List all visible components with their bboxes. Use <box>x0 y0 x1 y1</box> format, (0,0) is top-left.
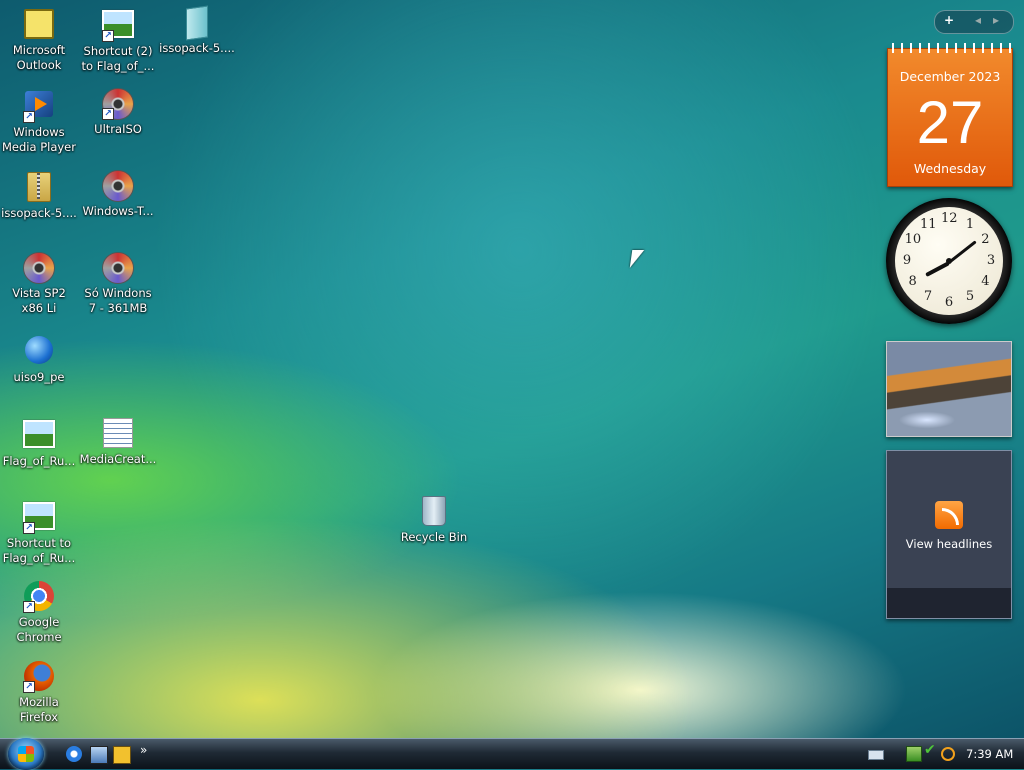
shortcut-arrow-icon: ↗ <box>23 111 35 123</box>
disc-icon <box>102 252 134 284</box>
clock-center-pin <box>946 258 952 264</box>
slideshow-gadget[interactable] <box>886 341 1012 437</box>
add-gadget-button[interactable]: + <box>944 13 954 27</box>
desktop-icon-label: uiso9_pe <box>13 370 65 384</box>
view-headlines-link[interactable]: View headlines <box>887 537 1011 551</box>
image-icon <box>23 420 55 448</box>
zipped-folder-icon <box>27 172 51 202</box>
desktop-icon-label: Só Windons 7 - 361MB <box>84 286 152 315</box>
check-icon[interactable]: ✔ <box>924 742 938 758</box>
desktop-icon-microsoft-outlook[interactable]: Microsoft Outlook <box>0 6 78 73</box>
previous-page-button[interactable]: ◂ <box>975 13 981 27</box>
desktop-icon-label: Flag_of_Ru... <box>2 454 76 468</box>
document-icon <box>103 418 133 448</box>
clock-numeral: 8 <box>908 274 917 289</box>
desktop-icon-mediacreat[interactable]: MediaCreat... <box>79 416 157 467</box>
desktop-icon-label: Microsoft Outlook <box>12 43 66 72</box>
shortcut-arrow-icon: ↗ <box>23 601 35 613</box>
installer-icon <box>25 336 53 364</box>
desktop-icon-label: UltraISO <box>94 122 142 136</box>
clock-numeral: 12 <box>941 211 958 226</box>
media-player-quicklaunch-icon[interactable] <box>113 746 131 764</box>
clock-hour-hand <box>925 261 950 277</box>
desktop-icon-so-windons-7[interactable]: Só Windons 7 - 361MB <box>79 252 157 316</box>
start-button[interactable] <box>8 738 44 770</box>
calendar-day-number: 27 <box>916 89 984 156</box>
desktop-icon-label: Windows-T... <box>82 204 154 218</box>
next-page-button[interactable]: ▸ <box>993 13 999 27</box>
clock-numeral: 3 <box>986 253 996 268</box>
calendar-month-year: December 2023 <box>899 69 1001 84</box>
desktop-icon-vista-sp2[interactable]: Vista SP2 x86 Li <box>0 252 78 316</box>
clock-numeral: 2 <box>981 232 990 247</box>
windows-logo-icon <box>18 746 34 762</box>
calendar-weekday: Wednesday <box>913 161 987 176</box>
desktop-icon-label: Recycle Bin <box>400 530 468 544</box>
shortcut-arrow-icon: ↗ <box>23 522 35 534</box>
disc-icon <box>102 170 134 202</box>
desktop-icon-flag-of-ru[interactable]: Flag_of_Ru... <box>0 416 78 469</box>
show-desktop-icon[interactable] <box>90 746 108 764</box>
shortcut-arrow-icon: ↗ <box>102 108 114 120</box>
network-icon[interactable] <box>906 746 922 762</box>
shortcut-arrow-icon: ↗ <box>102 30 114 42</box>
search-icon[interactable] <box>941 747 955 761</box>
calendar-gadget[interactable]: December 2023 27 Wednesday <box>887 43 1013 187</box>
taskbar: » ✔ 7:39 AM <box>0 738 1024 770</box>
taskbar-clock[interactable]: 7:39 AM <box>966 747 1013 761</box>
desktop-icon-ultraiso[interactable]: ↗ UltraISO <box>79 88 157 137</box>
photo-slideshow-image <box>887 342 1011 436</box>
clock-numeral: 10 <box>904 232 922 247</box>
desktop-icon-label: Windows Media Player <box>2 125 76 154</box>
desktop-icon-label: Shortcut to Flag_of_Ru... <box>2 536 76 565</box>
desktop-icon-uiso9-pe[interactable]: uiso9_pe <box>0 334 78 385</box>
desktop-icon-label: Google Chrome <box>16 615 62 644</box>
clock-numeral: 1 <box>965 216 975 232</box>
outlook-icon <box>24 9 54 39</box>
feed-headlines-gadget[interactable]: View headlines <box>886 450 1012 619</box>
desktop-icon-mozilla-firefox[interactable]: ↗ Mozilla Firefox <box>0 660 78 725</box>
shortcut-arrow-icon: ↗ <box>23 681 35 693</box>
disc-icon <box>23 252 55 284</box>
desktop-icon-label: Vista SP2 x86 Li <box>12 286 66 315</box>
keyboard-icon[interactable] <box>868 750 884 760</box>
clock-numeral: 6 <box>944 295 954 310</box>
desktop-icon-issopack-zip[interactable]: issopack-5.... <box>158 5 236 56</box>
clock-numeral: 5 <box>965 289 975 305</box>
desktop-icon-label: Mozilla Firefox <box>19 695 59 724</box>
internet-explorer-icon[interactable] <box>66 746 82 762</box>
quicklaunch-more-button[interactable]: » <box>140 743 147 757</box>
desktop-icon-windows-t[interactable]: Windows-T... <box>79 170 157 219</box>
clock-face: 12 1 2 3 4 5 6 7 8 9 10 11 <box>895 207 1003 315</box>
zip-archive-icon <box>186 5 208 41</box>
desktop-icon-label: issopack-5.... <box>159 41 235 55</box>
clock-minute-hand <box>948 240 977 264</box>
desktop-icon-google-chrome[interactable]: ↗ Google Chrome <box>0 580 78 645</box>
recycle-bin-icon <box>422 496 446 526</box>
desktop-icon-shortcut-to-flag[interactable]: ↗ Shortcut to Flag_of_Ru... <box>0 498 78 566</box>
desktop-icon-label: issopack-5.... <box>1 206 77 220</box>
rss-icon <box>935 501 963 529</box>
clock-numeral: 4 <box>981 274 990 289</box>
desktop-icon-shortcut-flag[interactable]: ↗ Shortcut (2) to Flag_of_... <box>79 6 157 74</box>
clock-numeral: 9 <box>902 253 912 268</box>
mouse-pointer-icon <box>629 250 645 268</box>
calendar-binding-rings <box>888 43 1012 53</box>
sidebar-controls: + ◂ ▸ <box>934 10 1014 34</box>
desktop-icon-recycle-bin[interactable]: Recycle Bin <box>395 494 473 545</box>
clock-numeral: 11 <box>920 216 937 232</box>
desktop-icon-label: MediaCreat... <box>79 452 157 466</box>
desktop-icon-label: Shortcut (2) to Flag_of_... <box>81 44 155 73</box>
clock-gadget[interactable]: 12 1 2 3 4 5 6 7 8 9 10 11 <box>886 198 1012 324</box>
clock-numeral: 7 <box>923 289 933 305</box>
desktop-icon-windows-media-player[interactable]: ↗ Windows Media Player <box>0 88 78 155</box>
desktop-icon-issopack-folder[interactable]: issopack-5.... <box>0 170 78 221</box>
